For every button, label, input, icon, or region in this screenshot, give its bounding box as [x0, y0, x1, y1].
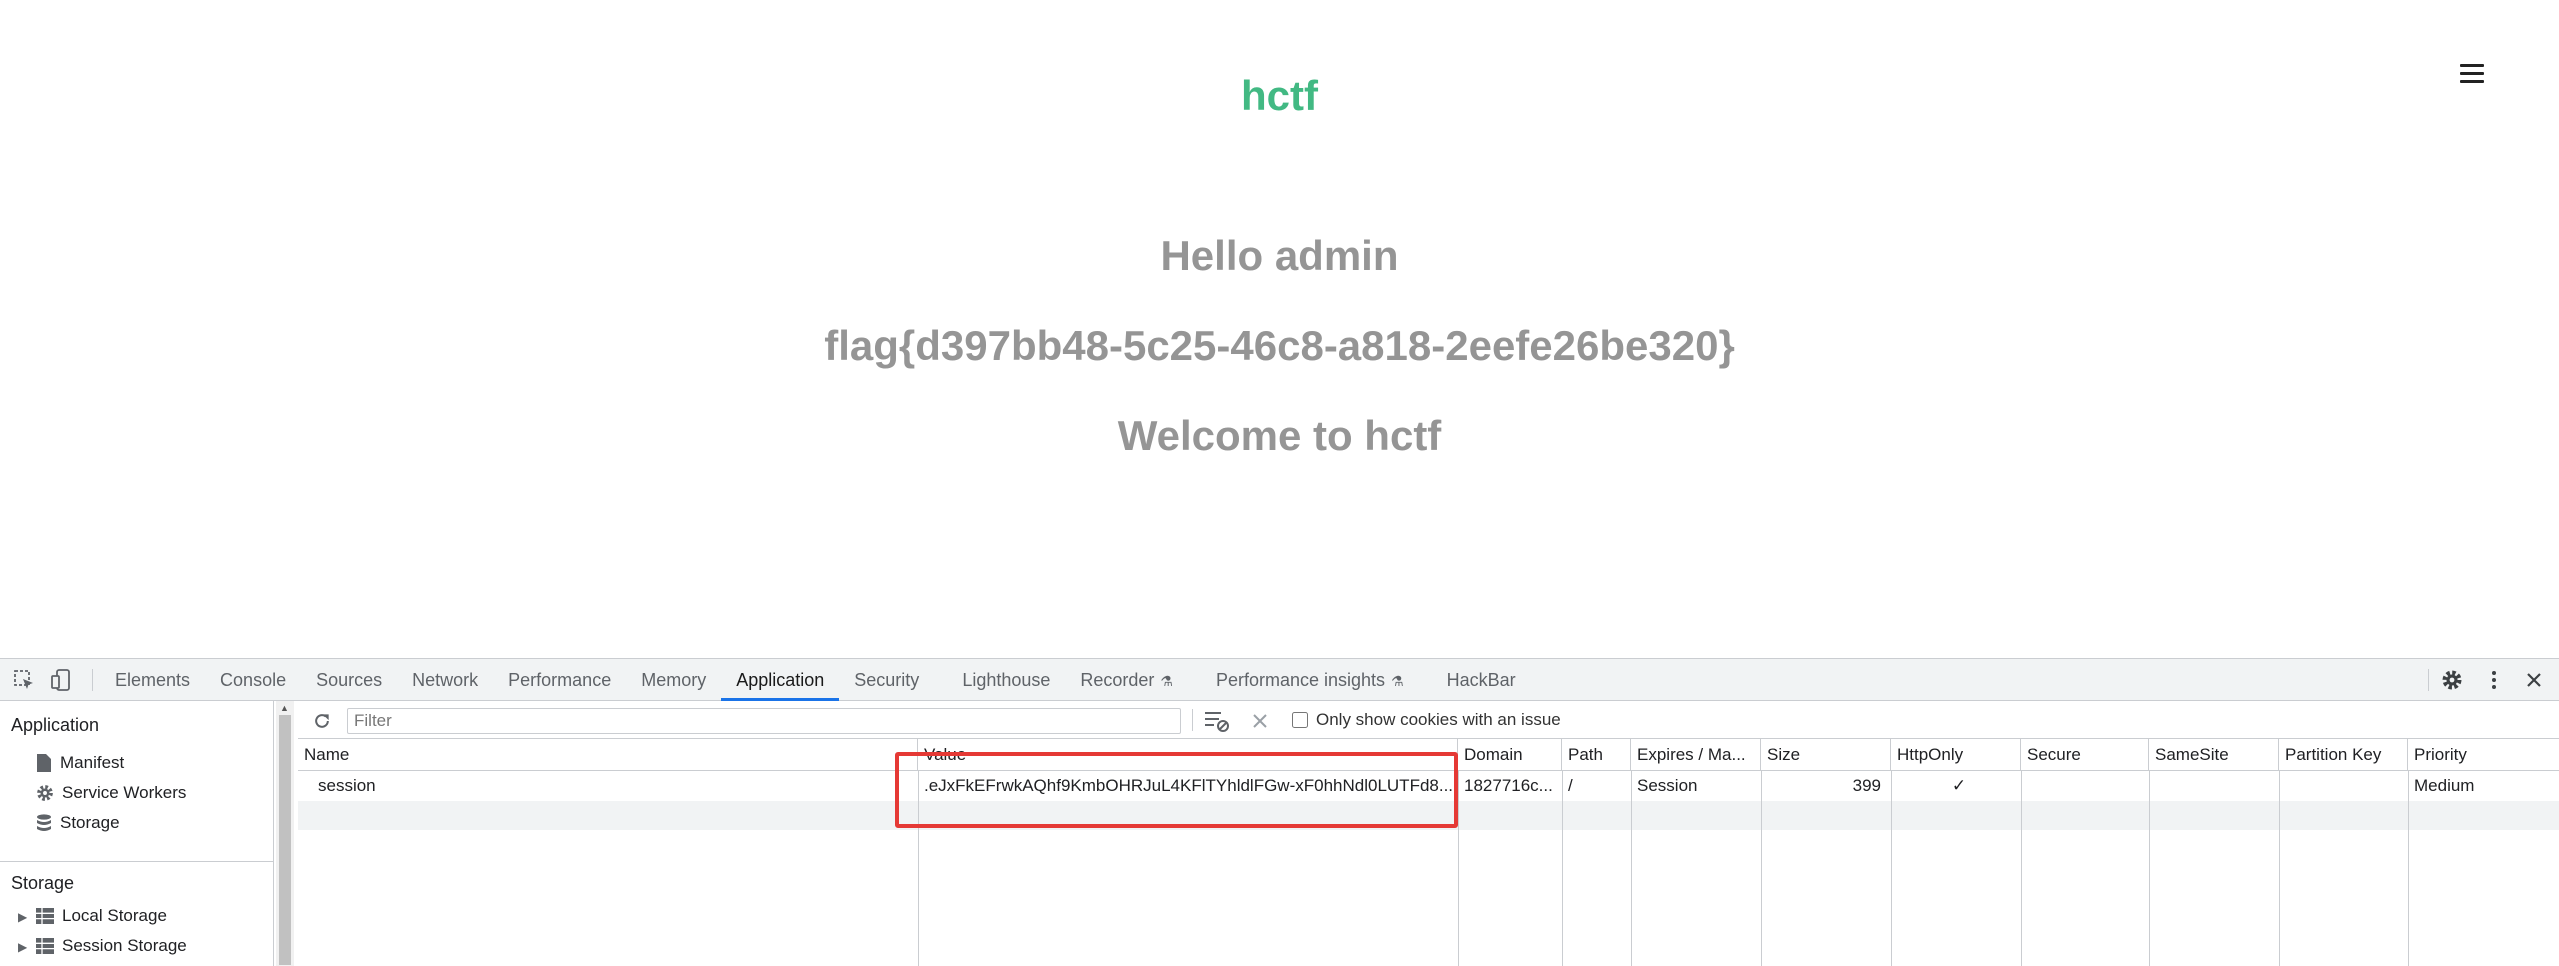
- cookie-name[interactable]: session: [312, 771, 912, 801]
- tab-elements[interactable]: Elements: [100, 659, 205, 701]
- cookie-path[interactable]: /: [1562, 771, 1631, 801]
- cookie-expires[interactable]: Session: [1631, 771, 1761, 801]
- sidebar-scrollbar[interactable]: ▲: [276, 701, 294, 966]
- grid-icon: [36, 938, 54, 954]
- cookie-secure[interactable]: [2021, 771, 2149, 801]
- sidebar-item-storage[interactable]: Storage: [36, 810, 120, 836]
- column-header-domain[interactable]: Domain: [1458, 739, 1562, 771]
- welcome-heading: Welcome to hctf: [1117, 412, 1442, 459]
- cookie-httponly[interactable]: ✓: [1891, 771, 2021, 801]
- devtools-tabbar: Elements Console Sources Network Perform…: [0, 659, 2559, 701]
- devtools-tabs: Elements Console Sources Network Perform…: [100, 659, 1531, 701]
- tab-lighthouse[interactable]: Lighthouse: [947, 659, 1065, 701]
- web-page: hctf Hello admin flag{d397bb48-5c25-46c8…: [0, 0, 2559, 658]
- application-sidebar: Application Manifest Service Workers Sto…: [0, 701, 274, 966]
- tab-application[interactable]: Application: [721, 659, 840, 701]
- hamburger-menu-icon[interactable]: [2460, 64, 2484, 88]
- filter-input[interactable]: [347, 708, 1181, 734]
- cookie-toolbar: Only show cookies with an issue: [298, 701, 2559, 739]
- sidebar-item-manifest[interactable]: Manifest: [36, 750, 124, 776]
- gear-icon: [37, 785, 53, 801]
- cookie-domain[interactable]: 1827716c...: [1458, 771, 1562, 801]
- flag-text: flag{d397bb48-5c25-46c8-a818-2eefe26be32…: [824, 322, 1735, 369]
- column-header-priority[interactable]: Priority: [2408, 739, 2559, 771]
- flask-icon: ⚗: [1160, 673, 1173, 689]
- tab-network[interactable]: Network: [397, 659, 493, 701]
- column-header-expires[interactable]: Expires / Ma...: [1631, 739, 1761, 771]
- inspect-element-icon[interactable]: [12, 668, 36, 692]
- tab-security[interactable]: Security: [839, 659, 947, 701]
- tab-hackbar[interactable]: HackBar: [1432, 659, 1531, 701]
- database-icon: [37, 814, 51, 831]
- column-header-secure[interactable]: Secure: [2021, 739, 2149, 771]
- sidebar-item-local-storage[interactable]: Local Storage: [36, 903, 167, 929]
- settings-gear-icon[interactable]: [2440, 668, 2464, 692]
- tab-recorder[interactable]: Recorder ⚗: [1065, 659, 1201, 701]
- sidebar-heading-storage: Storage: [11, 873, 75, 893]
- clear-all-cookies-icon[interactable]: [1251, 712, 1269, 730]
- flask-icon: ⚗: [1391, 673, 1404, 689]
- cookie-size[interactable]: 399: [1761, 771, 1887, 801]
- sidebar-item-session-storage[interactable]: Session Storage: [36, 933, 187, 959]
- column-header-size[interactable]: Size: [1761, 739, 1891, 771]
- tab-performance[interactable]: Performance: [493, 659, 626, 701]
- column-header-httponly[interactable]: HttpOnly: [1891, 739, 2021, 771]
- clear-filtered-cookies-icon[interactable]: [1204, 709, 1230, 733]
- tab-sources[interactable]: Sources: [301, 659, 397, 701]
- cookie-priority[interactable]: Medium: [2408, 771, 2559, 801]
- cookie-partition-key[interactable]: [2279, 771, 2408, 801]
- tab-console[interactable]: Console: [205, 659, 301, 701]
- only-issue-checkbox-input[interactable]: [1292, 712, 1308, 728]
- site-brand[interactable]: hctf: [0, 72, 2559, 120]
- expand-arrow-icon[interactable]: ▶: [18, 910, 27, 924]
- tab-memory[interactable]: Memory: [626, 659, 721, 701]
- tab-performance-insights[interactable]: Performance insights ⚗: [1201, 659, 1432, 701]
- device-toolbar-icon[interactable]: [50, 668, 74, 692]
- scroll-up-icon[interactable]: ▲: [280, 703, 289, 713]
- expand-arrow-icon[interactable]: ▶: [18, 940, 27, 954]
- refresh-icon[interactable]: [312, 711, 332, 731]
- grid-icon: [36, 908, 54, 924]
- only-issue-checkbox[interactable]: Only show cookies with an issue: [1292, 710, 1561, 730]
- cookie-samesite[interactable]: [2149, 771, 2279, 801]
- more-options-icon[interactable]: [2482, 668, 2506, 692]
- file-icon: [37, 754, 51, 772]
- hello-heading: Hello admin: [1160, 232, 1399, 279]
- column-header-samesite[interactable]: SameSite: [2149, 739, 2279, 771]
- close-devtools-icon[interactable]: [2522, 668, 2546, 692]
- column-header-path[interactable]: Path: [1562, 739, 1631, 771]
- sidebar-item-service-workers[interactable]: Service Workers: [36, 780, 186, 806]
- column-header-partition-key[interactable]: Partition Key: [2279, 739, 2408, 771]
- sidebar-heading-application: Application: [11, 715, 100, 735]
- column-header-name[interactable]: Name: [298, 739, 918, 771]
- highlight-annotation-box: [895, 752, 1458, 828]
